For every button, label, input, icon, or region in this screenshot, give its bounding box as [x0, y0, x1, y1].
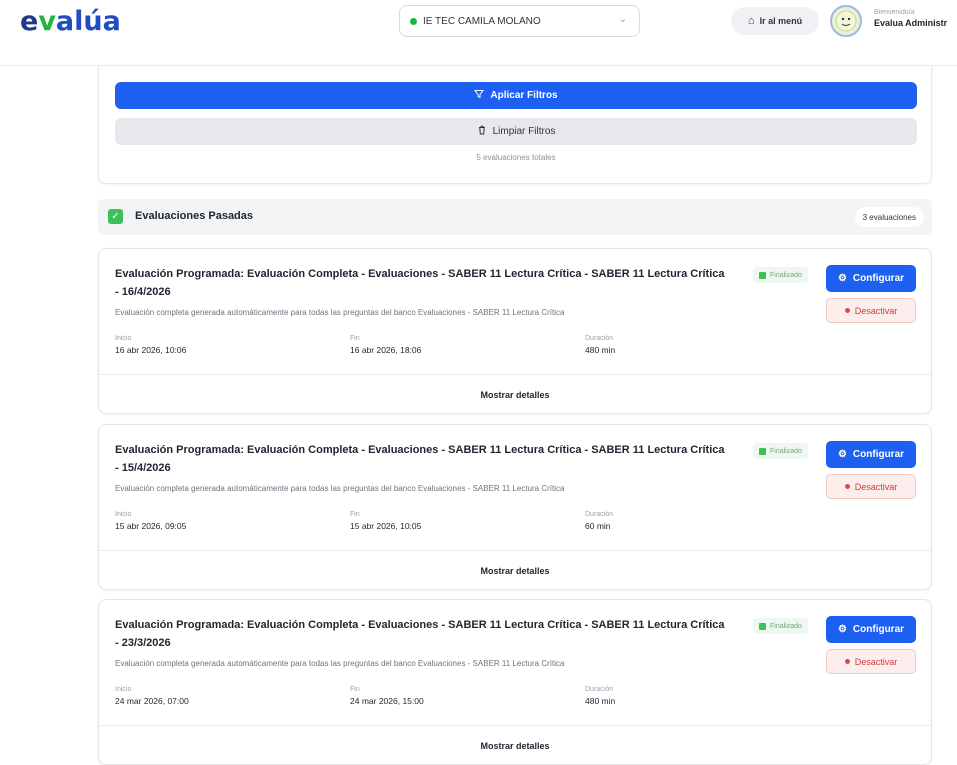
status-check-icon — [759, 447, 766, 455]
school-select[interactable]: IE TEC CAMILA MOLANO ⌄ — [399, 5, 640, 37]
evaluation-description: Evaluación completa generada automáticam… — [115, 308, 565, 317]
deactivate-button[interactable]: Desactivar — [826, 298, 916, 323]
status-check-icon — [759, 271, 766, 279]
start-value: 16 abr 2026, 10:06 — [115, 345, 187, 355]
deactivate-label: Desactivar — [854, 656, 898, 667]
evalua-logo[interactable]: evalúa — [20, 6, 121, 37]
deactivate-label: Desactivar — [854, 305, 898, 316]
show-details-button[interactable]: Mostrar detalles — [99, 551, 931, 590]
end-label: Fin — [350, 511, 360, 518]
evaluation-title: Evaluación Programada: Evaluación Comple… — [115, 444, 725, 474]
settings-icon: ⚙ — [837, 449, 847, 460]
configure-label: Configurar — [852, 624, 905, 635]
avatar[interactable] — [830, 5, 862, 37]
evaluation-title: Evaluación Programada: Evaluación Comple… — [115, 268, 725, 298]
evaluation-card: Evaluación Programada: Evaluación Comple… — [98, 424, 932, 590]
duration-label: Duración — [585, 335, 614, 342]
school-select-value: IE TEC CAMILA MOLANO — [423, 15, 541, 27]
configure-button[interactable]: ⚙ Configurar — [826, 265, 916, 292]
evaluations-count-badge: 3 evaluaciones — [854, 207, 924, 227]
evaluation-description: Evaluación completa generada automáticam… — [115, 659, 565, 668]
red-dot-icon — [844, 659, 850, 664]
evaluation-description: Evaluación completa generada automáticam… — [115, 484, 565, 493]
clear-filters-button[interactable]: Limpiar Filtros — [115, 118, 917, 145]
start-value: 24 mar 2026, 07:00 — [115, 696, 189, 706]
configure-button[interactable]: ⚙ Configurar — [826, 616, 916, 643]
show-details-button[interactable]: Mostrar detalles — [99, 375, 931, 414]
start-label: Inicio — [115, 686, 132, 693]
configure-button[interactable]: ⚙ Configurar — [826, 441, 916, 468]
section-title: Evaluaciones Pasadas — [135, 210, 254, 222]
user-name: Evalua Administr — [874, 18, 948, 28]
logo-letter-e: e — [20, 6, 39, 37]
configure-label: Configurar — [852, 273, 905, 284]
status-dot-icon — [410, 17, 417, 25]
end-value: 15 abr 2026, 10:05 — [350, 521, 422, 531]
show-details-button[interactable]: Mostrar detalles — [99, 726, 931, 765]
top-header: evalúa IE TEC CAMILA MOLANO ⌄ ⌂ Ir al me… — [0, 0, 957, 66]
logo-letter-v: v — [38, 6, 56, 37]
menu-button-label: Ir al menú — [759, 16, 803, 26]
go-to-menu-button[interactable]: ⌂ Ir al menú — [731, 7, 819, 35]
red-dot-icon — [844, 484, 850, 489]
evaluation-card: Evaluación Programada: Evaluación Comple… — [98, 599, 932, 765]
start-value: 15 abr 2026, 09:05 — [115, 521, 187, 531]
end-value: 16 abr 2026, 18:06 — [350, 345, 422, 355]
duration-label: Duración — [585, 511, 614, 518]
check-square-icon: ✓ — [108, 209, 123, 224]
user-greeting: Bienvenido/a — [874, 9, 915, 16]
duration-value: 480 min — [585, 345, 616, 355]
settings-icon: ⚙ — [837, 624, 847, 635]
configure-label: Configurar — [852, 449, 905, 460]
end-label: Fin — [350, 335, 360, 342]
duration-label: Duración — [585, 686, 614, 693]
past-evaluations-header: ✓ Evaluaciones Pasadas 3 evaluaciones — [98, 199, 932, 235]
clear-filters-label: Limpiar Filtros — [492, 126, 556, 137]
settings-icon: ⚙ — [837, 273, 847, 284]
status-label: Finalizado — [770, 622, 802, 630]
start-label: Inicio — [115, 511, 132, 518]
status-badge: Finalizado — [753, 443, 808, 459]
status-badge: Finalizado — [753, 618, 808, 634]
trash-icon — [477, 125, 487, 138]
deactivate-label: Desactivar — [854, 481, 898, 492]
apply-filters-label: Aplicar Filtros — [490, 90, 558, 101]
logo-rest: alúa — [55, 6, 121, 37]
end-label: Fin — [350, 686, 360, 693]
avatar-face-icon — [835, 10, 857, 32]
deactivate-button[interactable]: Desactivar — [826, 649, 916, 674]
start-label: Inicio — [115, 335, 132, 342]
status-check-icon — [759, 622, 766, 630]
home-icon: ⌂ — [747, 15, 755, 27]
duration-value: 480 min — [585, 696, 616, 706]
duration-value: 60 min — [585, 521, 611, 531]
apply-filters-button[interactable]: Aplicar Filtros — [115, 82, 917, 109]
status-label: Finalizado — [770, 271, 802, 279]
total-evaluations-text: 5 evaluaciones totales — [476, 153, 556, 162]
filters-panel: Aplicar Filtros Limpiar Filtros 5 evalua… — [98, 66, 932, 184]
evaluation-title: Evaluación Programada: Evaluación Comple… — [115, 619, 725, 649]
filter-icon — [474, 89, 485, 102]
chevron-down-icon: ⌄ — [618, 14, 627, 25]
status-badge: Finalizado — [753, 267, 808, 283]
end-value: 24 mar 2026, 15:00 — [350, 696, 424, 706]
deactivate-button[interactable]: Desactivar — [826, 474, 916, 499]
red-dot-icon — [844, 308, 850, 313]
evaluation-card: Evaluación Programada: Evaluación Comple… — [98, 248, 932, 414]
status-label: Finalizado — [770, 447, 802, 455]
